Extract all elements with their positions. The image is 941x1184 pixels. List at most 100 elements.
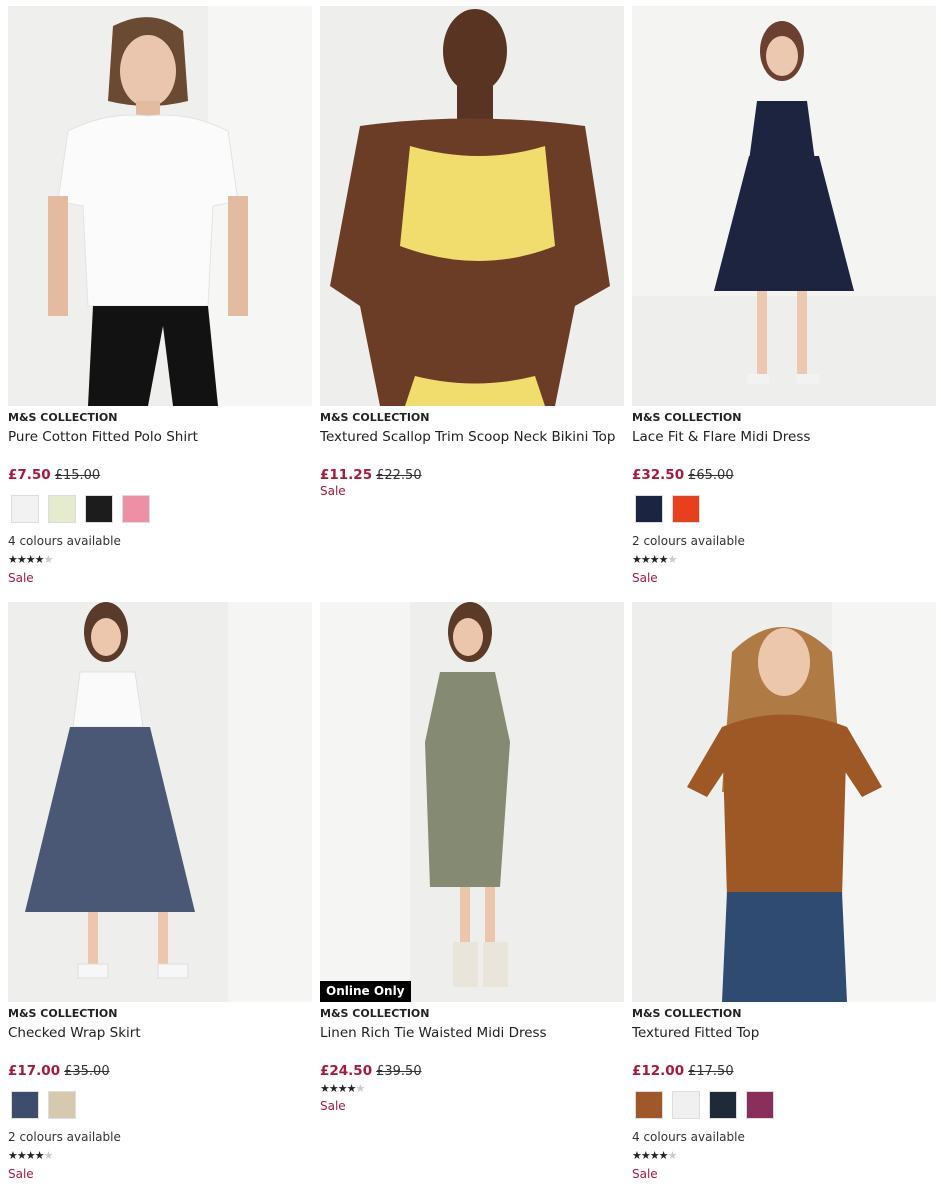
price-now: £17.00 [8,1063,61,1079]
product-card[interactable]: M&S COLLECTION Textured Scallop Trim Sco… [320,6,624,499]
star-icon: ★ [658,554,669,566]
lace-dress-photo-icon [632,6,936,406]
price-was: £65.00 [688,468,734,483]
price-was: £35.00 [64,1064,110,1079]
sale-label: Sale [632,1167,658,1181]
star-icon: ★ [43,1150,54,1162]
sale-label: Sale [632,571,658,585]
colours-available: 2 colours available [8,1130,121,1144]
product-card[interactable]: Online Only M&S COLLECTION Linen Rich Ti… [320,602,624,1114]
star-icon: ★ [16,554,27,566]
price-was: £17.50 [688,1064,734,1079]
sale-label: Sale [8,571,34,585]
product-card[interactable]: M&S COLLECTION Pure Cotton Fitted Polo S… [8,6,312,586]
product-price: £17.00 £35.00 [8,1061,312,1079]
star-icon: ★ [640,1150,651,1162]
product-name[interactable]: Lace Fit & Flare Midi Dress [632,429,936,463]
sale-label: Sale [320,1099,346,1113]
product-price: £12.00 £17.50 [632,1061,936,1079]
linen-dress-photo-icon [320,602,624,1002]
polo-shirt-photo-icon [8,6,312,406]
star-rating: ★★★★★ [320,1083,624,1095]
price-now: £7.50 [8,467,51,483]
colour-swatch[interactable] [48,1091,76,1119]
price-now: £32.50 [632,467,685,483]
product-brand: M&S COLLECTION [8,411,118,424]
colour-swatches [8,495,312,524]
colour-swatches [632,495,936,524]
product-image[interactable] [320,6,624,406]
star-icon: ★ [8,554,18,566]
star-icon: ★ [328,1083,339,1095]
colours-available: 4 colours available [8,534,121,548]
star-rating: ★★★★★ [8,1150,312,1162]
star-rating: ★★★★★ [632,554,936,566]
colour-swatches [8,1091,312,1120]
colour-swatch[interactable] [635,495,663,523]
product-brand: M&S COLLECTION [320,411,430,424]
colours-available: 2 colours available [632,534,745,548]
star-icon: ★ [355,1083,366,1095]
colour-swatch[interactable] [11,1091,39,1119]
colour-swatch[interactable] [48,495,76,523]
colour-swatch[interactable] [746,1091,774,1119]
colour-swatch[interactable] [11,495,39,523]
star-rating: ★★★★★ [632,1150,936,1162]
product-image[interactable] [632,6,936,406]
star-icon: ★ [43,554,54,566]
star-icon: ★ [34,1150,45,1162]
product-brand: M&S COLLECTION [632,411,742,424]
sale-label: Sale [8,1167,34,1181]
colour-swatches [632,1091,936,1120]
product-card[interactable]: M&S COLLECTION Checked Wrap Skirt £17.00… [8,602,312,1182]
product-card[interactable]: M&S COLLECTION Lace Fit & Flare Midi Dre… [632,6,936,586]
product-image[interactable] [8,602,312,1002]
price-was: £22.50 [376,468,422,483]
product-brand: M&S COLLECTION [632,1007,742,1020]
price-was: £39.50 [376,1064,422,1079]
price-now: £12.00 [632,1063,685,1079]
star-icon: ★ [667,1150,678,1162]
star-icon: ★ [632,554,642,566]
price-now: £11.25 [320,467,373,483]
star-icon: ★ [649,1150,660,1162]
star-icon: ★ [658,1150,669,1162]
star-icon: ★ [16,1150,27,1162]
product-name[interactable]: Pure Cotton Fitted Polo Shirt [8,429,312,463]
colour-swatch[interactable] [672,495,700,523]
product-name[interactable]: Textured Fitted Top [632,1025,936,1059]
product-image[interactable]: Online Only [320,602,624,1002]
colour-swatch[interactable] [85,495,113,523]
product-price: £32.50 £65.00 [632,465,936,483]
star-icon: ★ [649,554,660,566]
product-name[interactable]: Linen Rich Tie Waisted Midi Dress [320,1025,624,1059]
star-icon: ★ [8,1150,18,1162]
sale-label: Sale [320,484,346,498]
star-icon: ★ [346,1083,357,1095]
fitted-top-photo-icon [632,602,936,1002]
star-icon: ★ [640,554,651,566]
product-card[interactable]: M&S COLLECTION Textured Fitted Top £12.0… [632,602,936,1182]
star-icon: ★ [34,554,45,566]
price-now: £24.50 [320,1063,373,1079]
star-icon: ★ [25,1150,36,1162]
star-rating: ★★★★★ [8,554,312,566]
product-name[interactable]: Checked Wrap Skirt [8,1025,312,1059]
colours-available: 4 colours available [632,1130,745,1144]
online-only-badge: Online Only [320,981,411,1002]
product-image[interactable] [632,602,936,1002]
star-icon: ★ [337,1083,348,1095]
colour-swatch[interactable] [672,1091,700,1119]
colour-swatch[interactable] [709,1091,737,1119]
price-was: £15.00 [54,468,101,483]
product-grid: M&S COLLECTION Pure Cotton Fitted Polo S… [0,0,941,1184]
star-icon: ★ [25,554,36,566]
colour-swatch[interactable] [635,1091,663,1119]
product-name[interactable]: Textured Scallop Trim Scoop Neck Bikini … [320,429,624,463]
product-price: £24.50 £39.50 [320,1061,624,1079]
product-price: £11.25 £22.50 [320,465,624,483]
star-icon: ★ [632,1150,642,1162]
colour-swatch[interactable] [122,495,150,523]
wrap-skirt-photo-icon [8,602,312,1002]
product-image[interactable] [8,6,312,406]
